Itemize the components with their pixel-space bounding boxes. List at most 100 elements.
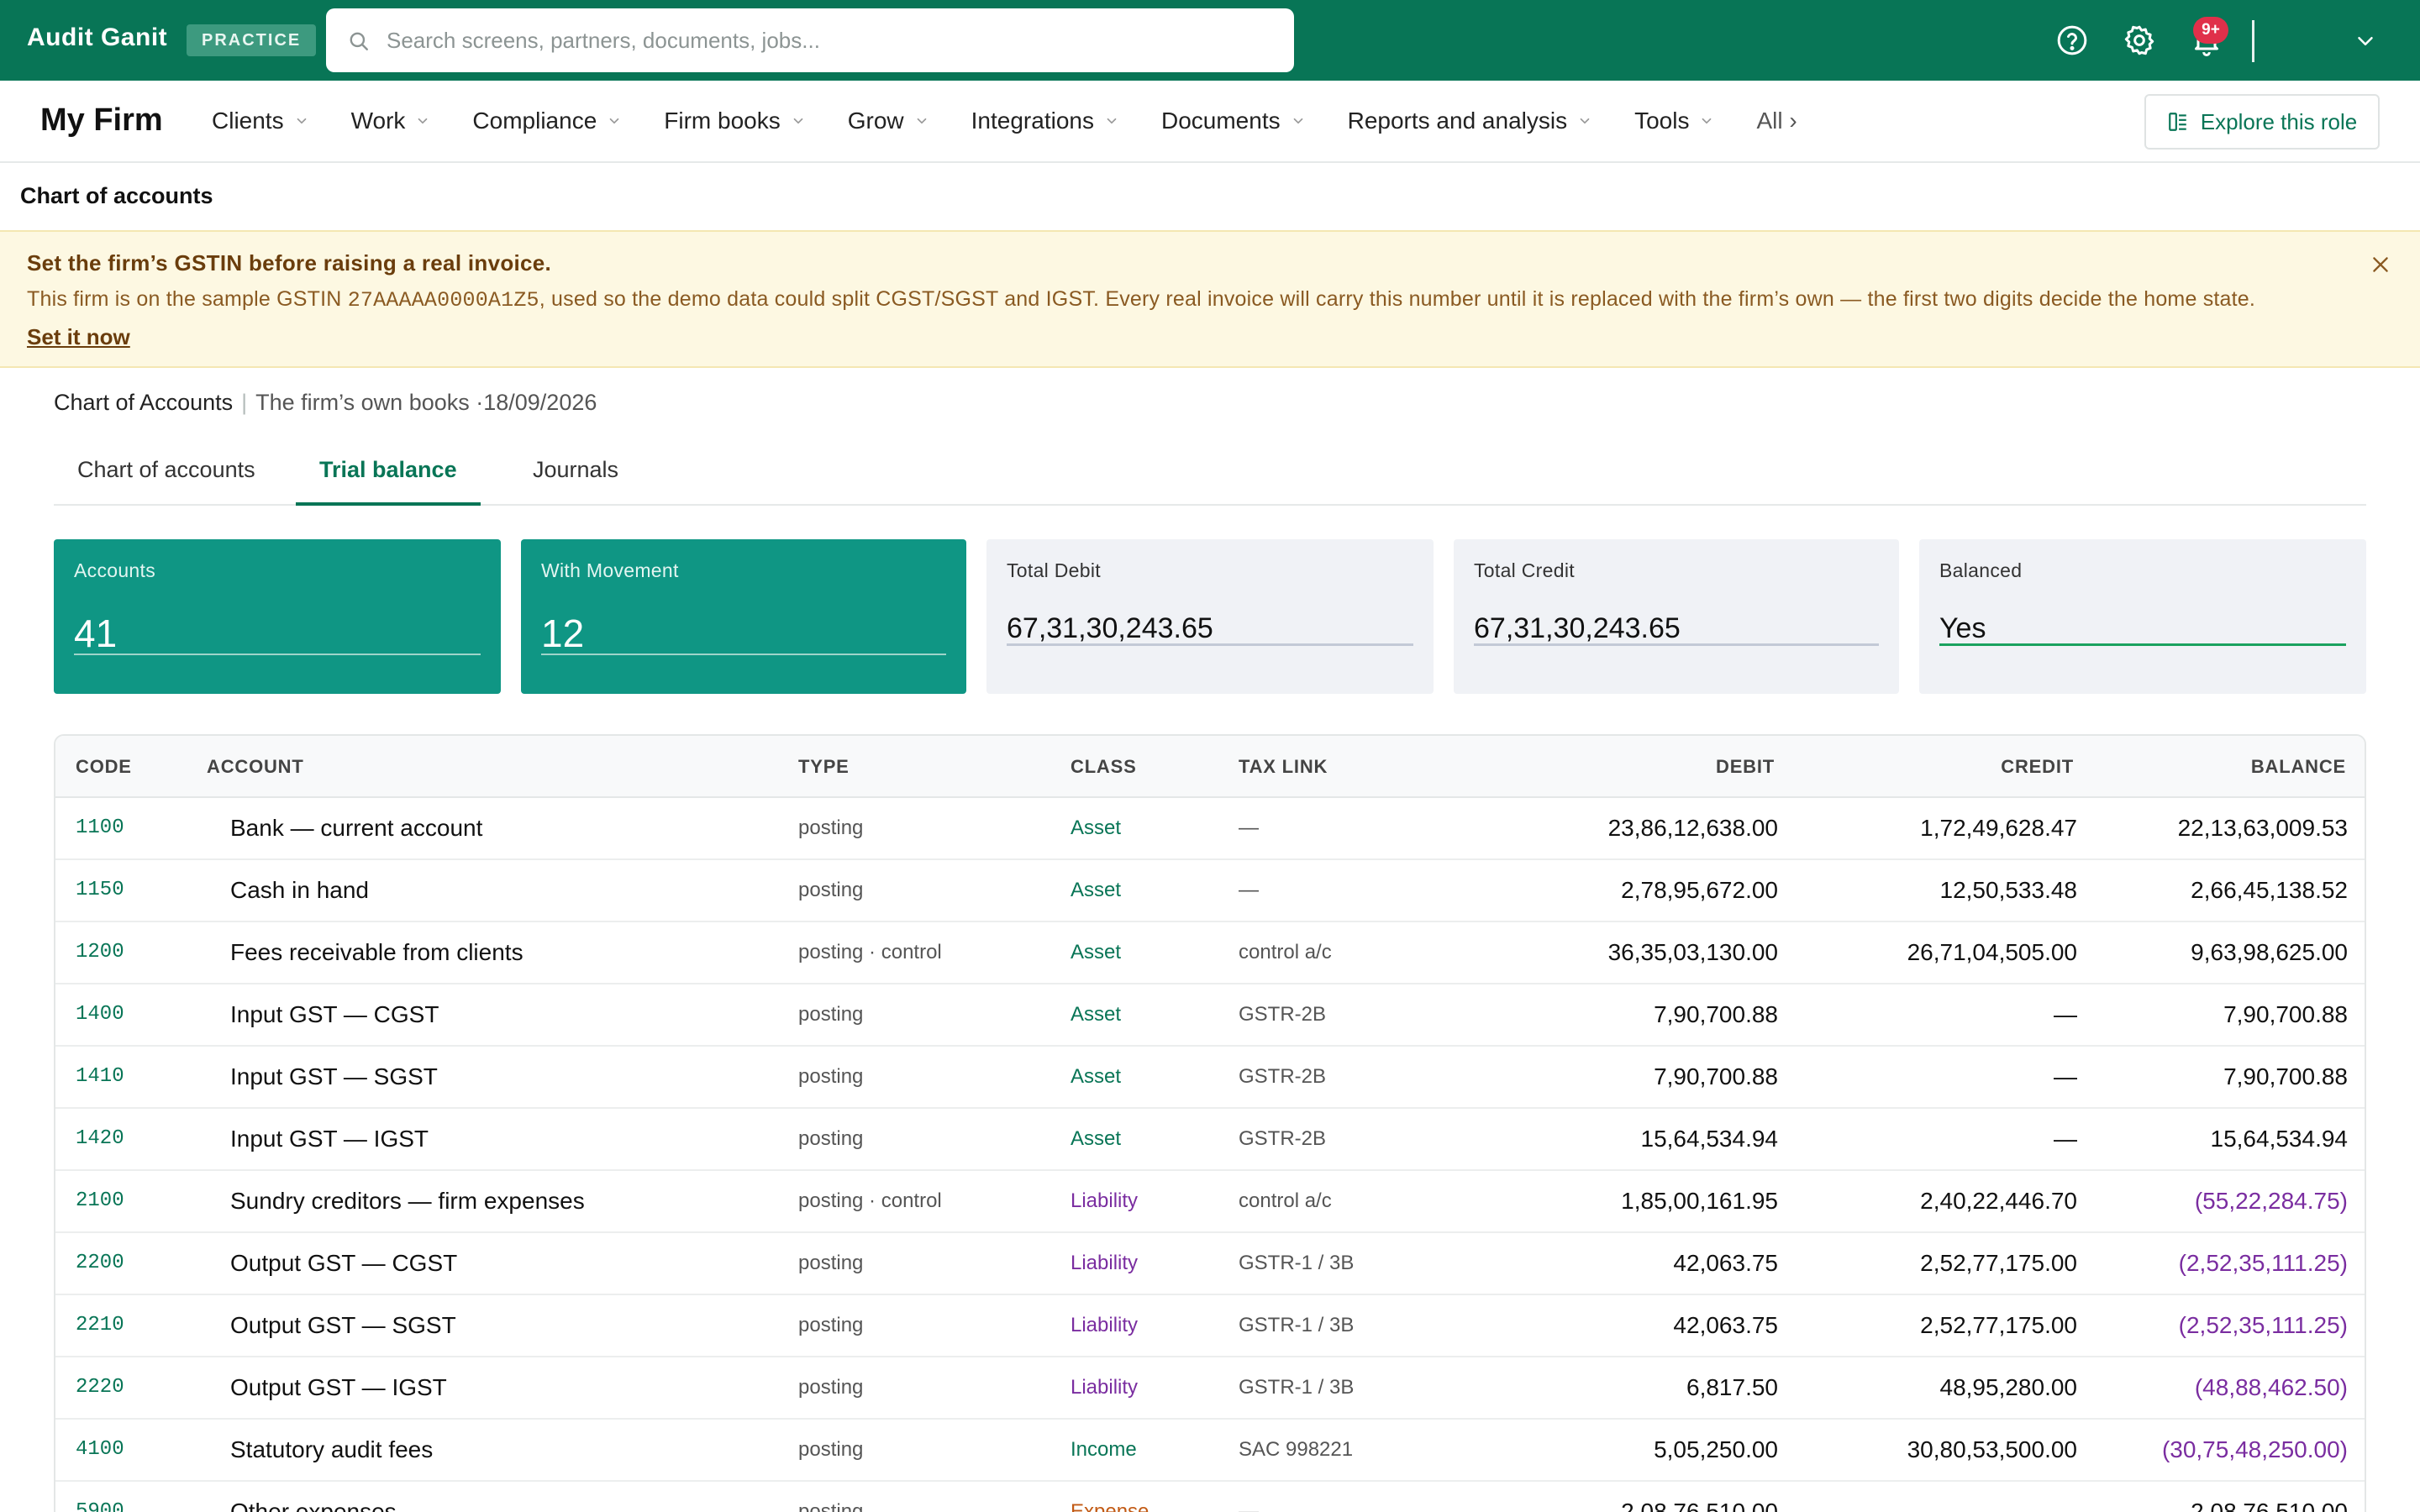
- explore-role-button[interactable]: Explore this role: [2144, 94, 2380, 150]
- chevron-down-icon[interactable]: [2353, 29, 2378, 54]
- close-icon[interactable]: [2370, 254, 2391, 276]
- nav-item-grow[interactable]: Grow: [848, 108, 929, 134]
- column-header-class[interactable]: CLASS: [1071, 756, 1137, 778]
- account-code[interactable]: 1150: [76, 860, 124, 922]
- stat-underline: [541, 654, 946, 655]
- set-gstin-link[interactable]: Set it now: [27, 324, 130, 350]
- credit-amount: 26,71,04,505.00: [1907, 939, 2077, 965]
- chevron-down-icon: [1702, 118, 1712, 124]
- table-row[interactable]: 1150 Cash in hand posting Asset — 2,78,95,672…: [55, 860, 2365, 922]
- stat-card-accounts: Accounts 41: [54, 539, 501, 694]
- gstin-warning-banner: Set the firm’s GSTIN before raising a re…: [0, 230, 2420, 368]
- account-name: Bank — current account: [230, 815, 483, 841]
- account-code[interactable]: 1100: [76, 798, 124, 860]
- practice-badge: PRACTICE: [187, 24, 317, 56]
- account-class: Liability: [1071, 1252, 1139, 1274]
- stat-card-balanced: Balanced Yes: [1919, 539, 2366, 694]
- table-row[interactable]: 1420 Input GST — IGST posting Asset GSTR-2B 1…: [55, 1109, 2365, 1171]
- table-row[interactable]: 2200 Output GST — CGST posting Liability GST…: [55, 1233, 2365, 1295]
- account-type: posting: [798, 1438, 864, 1461]
- nav-item-reports[interactable]: Reports and analysis: [1348, 108, 1592, 134]
- nav-item-all[interactable]: All ›: [1756, 108, 1797, 134]
- nav-menu: Clients Work Compliance Firm books Grow …: [212, 81, 1797, 161]
- column-header-code[interactable]: CODE: [76, 756, 132, 778]
- account-code[interactable]: 2220: [76, 1357, 124, 1420]
- nav-item-clients[interactable]: Clients: [212, 108, 309, 134]
- nav-item-compliance[interactable]: Compliance: [472, 108, 622, 134]
- notification-count-badge: 9+: [2193, 17, 2228, 44]
- gear-icon[interactable]: [2123, 24, 2156, 57]
- tab-journals[interactable]: Journals: [509, 445, 642, 506]
- topbar-divider: [2252, 20, 2254, 62]
- nav-item-label: Compliance: [472, 108, 597, 134]
- table-row[interactable]: 2220 Output GST — IGST posting Liability GST…: [55, 1357, 2365, 1420]
- account-code[interactable]: 1400: [76, 984, 124, 1047]
- column-header-debit[interactable]: DEBIT: [1450, 756, 1775, 778]
- tab-chart-of-accounts[interactable]: Chart of accounts: [54, 445, 279, 506]
- balance-amount: (30,75,48,250.00): [2161, 1436, 2348, 1462]
- firm-name[interactable]: My Firm: [40, 102, 163, 139]
- search-input[interactable]: [387, 8, 1277, 72]
- chevron-down-icon: [917, 118, 926, 124]
- nav-item-documents[interactable]: Documents: [1161, 108, 1306, 134]
- tab-trial-balance[interactable]: Trial balance: [296, 445, 481, 506]
- account-code[interactable]: 1420: [76, 1109, 124, 1171]
- tax-link: control a/c: [1239, 1189, 1332, 1212]
- account-code[interactable]: 2210: [76, 1295, 124, 1357]
- debit-amount: 42,063.75: [1673, 1250, 1778, 1276]
- balance-amount: 2,66,45,138.52: [2191, 877, 2348, 903]
- nav-item-work[interactable]: Work: [351, 108, 431, 134]
- account-name: Input GST — IGST: [230, 1126, 429, 1152]
- account-code[interactable]: 1200: [76, 922, 124, 984]
- breadcrumb-separator: |: [241, 390, 248, 415]
- banner-gstin: 27AAAAA0000A1Z5: [347, 288, 539, 312]
- account-name: Output GST — CGST: [230, 1250, 458, 1276]
- global-search[interactable]: [326, 8, 1294, 72]
- stat-underline: [1007, 643, 1413, 646]
- account-code[interactable]: 4100: [76, 1420, 124, 1482]
- tax-link: GSTR-1 / 3B: [1239, 1314, 1355, 1336]
- chevron-down-icon: [418, 118, 428, 124]
- account-code[interactable]: 1410: [76, 1047, 124, 1109]
- account-name: Output GST — IGST: [230, 1374, 447, 1400]
- column-header-tax-link[interactable]: TAX LINK: [1239, 756, 1328, 778]
- column-header-account[interactable]: ACCOUNT: [207, 756, 304, 778]
- breadcrumb-section[interactable]: Chart of Accounts: [54, 390, 233, 415]
- table-row[interactable]: 1410 Input GST — SGST posting Asset GSTR-2B 7…: [55, 1047, 2365, 1109]
- column-header-credit[interactable]: CREDIT: [1786, 756, 2074, 778]
- credit-amount: 2,40,22,446.70: [1920, 1188, 2077, 1214]
- credit-amount: —: [2054, 1001, 2077, 1027]
- banner-text: This firm is on the sample GSTIN 27AAAAA…: [27, 287, 2255, 312]
- search-icon: [350, 32, 368, 50]
- table-row[interactable]: 5900 Other expenses posting Expense — 2,08,76…: [55, 1482, 2365, 1512]
- table-row[interactable]: 2210 Output GST — SGST posting Liability GST…: [55, 1295, 2365, 1357]
- debit-amount: 15,64,534.94: [1640, 1126, 1779, 1152]
- account-type: posting: [798, 1500, 864, 1512]
- account-class: Expense: [1071, 1500, 1150, 1512]
- table-row[interactable]: 2100 Sundry creditors — firm expenses post…: [55, 1171, 2365, 1233]
- help-icon[interactable]: [2055, 24, 2089, 57]
- brand-logo[interactable]: Audit Ganit: [27, 24, 167, 52]
- nav-item-firm-books[interactable]: Firm books: [664, 108, 805, 134]
- table-row[interactable]: 1400 Input GST — CGST posting Asset GSTR-2B 7…: [55, 984, 2365, 1047]
- account-class: Liability: [1071, 1376, 1139, 1399]
- account-code[interactable]: 2200: [76, 1233, 124, 1295]
- account-code[interactable]: 5900: [76, 1482, 124, 1512]
- credit-amount: 12,50,533.48: [1939, 877, 2078, 903]
- table-row[interactable]: 1100 Bank — current account posting Asset — 2…: [55, 798, 2365, 860]
- balance-amount: 7,90,700.88: [2223, 1001, 2348, 1027]
- column-header-type[interactable]: TYPE: [798, 756, 850, 778]
- top-bar: Audit Ganit PRACTICE 9+: [0, 0, 2420, 81]
- debit-amount: 2,78,95,672.00: [1621, 877, 1778, 903]
- nav-item-tools[interactable]: Tools: [1634, 108, 1714, 134]
- account-name: Output GST — SGST: [230, 1312, 456, 1338]
- account-code[interactable]: 2100: [76, 1171, 124, 1233]
- column-header-balance[interactable]: BALANCE: [2089, 756, 2346, 778]
- tax-link: —: [1239, 879, 1259, 901]
- trial-balance-table: CODE ACCOUNT TYPE CLASS TAX LINK DEBIT C…: [54, 734, 2366, 1512]
- debit-amount: 42,063.75: [1673, 1312, 1778, 1338]
- nav-item-integrations[interactable]: Integrations: [971, 108, 1119, 134]
- table-row[interactable]: 1200 Fees receivable from clients posting …: [55, 922, 2365, 984]
- credit-amount: 30,80,53,500.00: [1907, 1436, 2077, 1462]
- table-row[interactable]: 4100 Statutory audit fees posting Income SAC…: [55, 1420, 2365, 1482]
